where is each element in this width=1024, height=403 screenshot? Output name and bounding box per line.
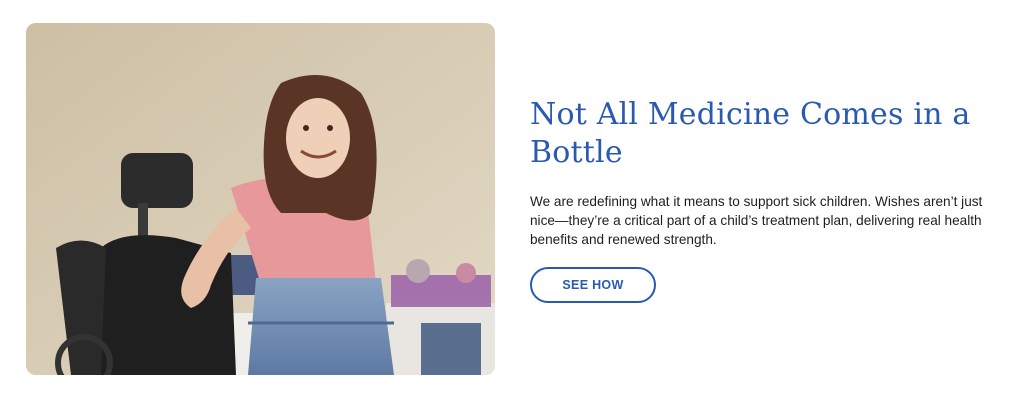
see-how-button[interactable]: SEE HOW — [530, 267, 656, 303]
girl-with-wheelchair-photo — [26, 23, 495, 375]
feature-headline: Not All Medicine Comes in a Bottle — [530, 97, 971, 170]
feature-photo — [26, 23, 495, 375]
feature-content: Not All Medicine Comes in a Bottle We ar… — [530, 96, 1000, 303]
feature-description: We are redefining what it means to suppo… — [530, 194, 983, 247]
